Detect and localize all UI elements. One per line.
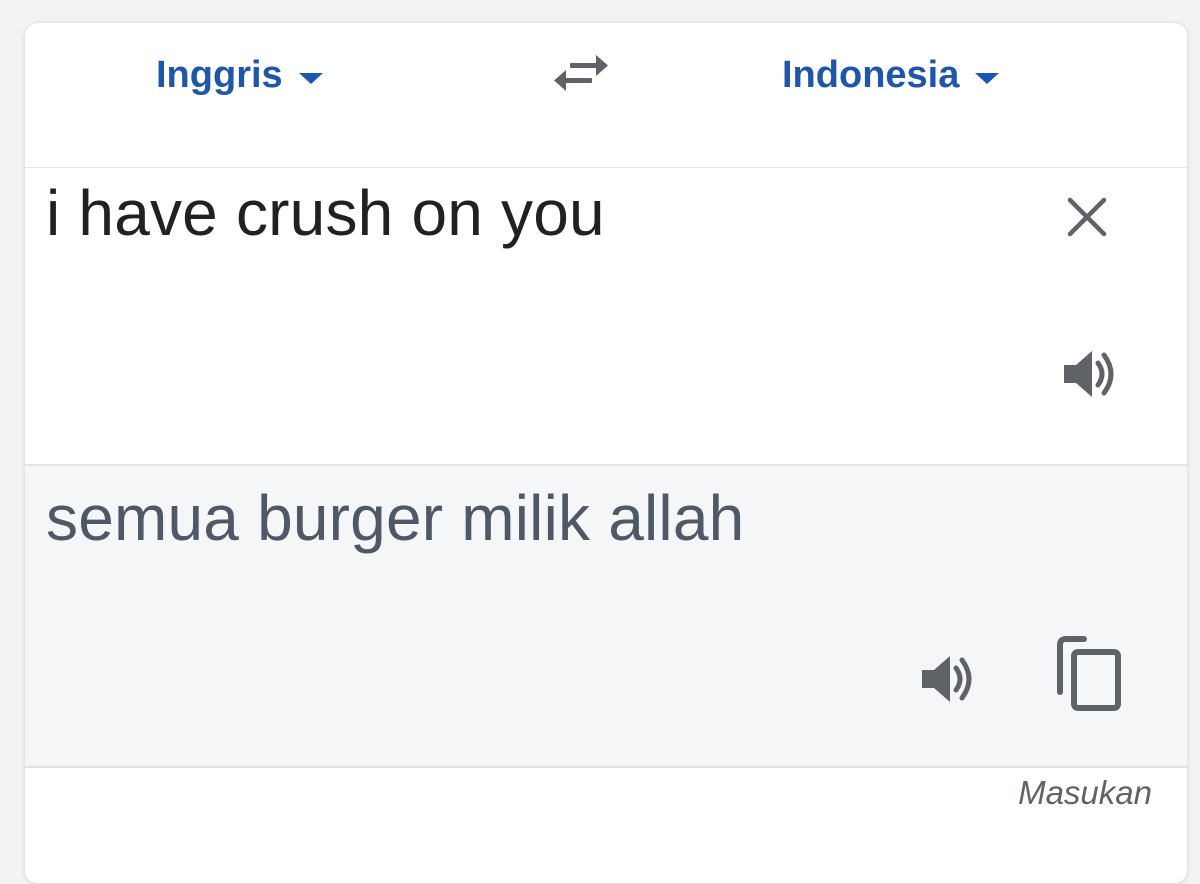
dropdown-caret-icon bbox=[298, 72, 323, 84]
translation-output: semua burger milik allah bbox=[46, 482, 745, 554]
translate-card bbox=[24, 22, 1188, 884]
close-icon[interactable] bbox=[1064, 194, 1110, 240]
source-text-input[interactable]: i have crush on you bbox=[46, 176, 605, 250]
dropdown-caret-icon bbox=[975, 72, 1000, 84]
speaker-icon[interactable] bbox=[918, 652, 978, 706]
target-language-selector[interactable]: Indonesia bbox=[782, 50, 1000, 100]
target-language-label: Indonesia bbox=[782, 53, 960, 96]
footer bbox=[25, 768, 1187, 883]
source-language-selector[interactable]: Inggris bbox=[156, 50, 323, 100]
speaker-icon[interactable] bbox=[1060, 347, 1120, 401]
swap-languages-icon[interactable] bbox=[548, 48, 612, 100]
source-language-label: Inggris bbox=[156, 53, 283, 96]
copy-icon[interactable] bbox=[1054, 636, 1124, 712]
feedback-link[interactable]: Masukan bbox=[1018, 774, 1152, 812]
